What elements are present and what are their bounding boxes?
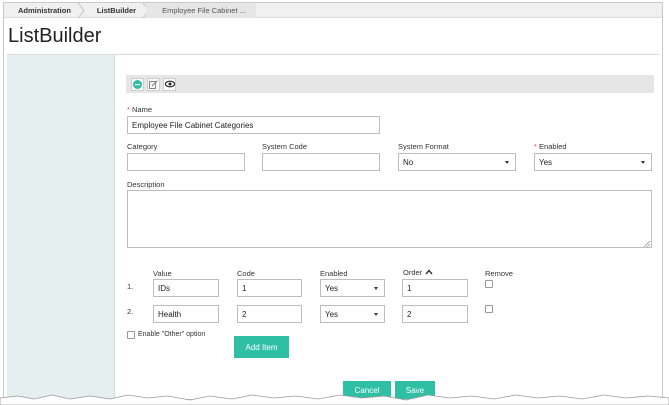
item-enabled-value: Yes <box>325 309 339 319</box>
enabled-value: Yes <box>539 157 553 167</box>
chevron-down-icon <box>374 287 378 290</box>
enable-other-checkbox[interactable] <box>127 331 135 339</box>
required-mark: * <box>127 105 130 114</box>
add-item-button[interactable]: Add Item <box>234 336 289 358</box>
view-icon <box>164 80 175 88</box>
required-mark: * <box>534 142 537 151</box>
row-number: 1. <box>127 282 134 291</box>
category-input[interactable] <box>127 153 245 171</box>
remove-checkbox[interactable] <box>485 280 493 288</box>
page-title: ListBuilder <box>8 25 102 47</box>
toolbar <box>126 75 654 93</box>
system-format-label: System Format <box>398 142 449 151</box>
chevron-down-icon <box>374 313 378 316</box>
back-icon <box>133 79 142 89</box>
torn-edge-decoration <box>0 394 669 405</box>
system-format-value: No <box>403 157 414 167</box>
item-order-input[interactable]: 2 <box>402 305 468 323</box>
item-value-input[interactable]: IDs <box>153 279 219 297</box>
breadcrumb-label: ListBuilder <box>96 5 137 15</box>
system-code-input[interactable] <box>262 153 380 171</box>
item-enabled-value: Yes <box>325 283 339 293</box>
category-label: Category <box>127 142 158 151</box>
view-button[interactable] <box>163 77 176 91</box>
col-header-enabled: Enabled <box>320 269 348 278</box>
item-order-input[interactable]: 1 <box>402 279 468 297</box>
item-enabled-select[interactable]: Yes <box>320 305 385 323</box>
edit-button[interactable] <box>147 77 160 91</box>
name-label-text: Name <box>132 105 153 114</box>
breadcrumb-label: Employee File Cabinet ... <box>162 5 246 15</box>
item-code-input[interactable]: 1 <box>237 279 302 297</box>
app-frame: Administration ListBuilder Employee File… <box>3 2 663 400</box>
system-format-select[interactable]: No <box>398 153 516 171</box>
enable-other-label: Enable "Other" option <box>138 331 206 338</box>
left-sidebar <box>7 55 115 399</box>
row-number: 2. <box>127 307 134 316</box>
col-header-order-text: Order <box>403 268 423 277</box>
col-header-value: Value <box>153 269 172 278</box>
back-button[interactable] <box>131 77 144 91</box>
description-label: Description <box>127 180 165 189</box>
enabled-label: * Enabled <box>534 142 567 151</box>
breadcrumb: Administration ListBuilder Employee File… <box>4 3 662 18</box>
name-input[interactable]: Employee File Cabinet Categories <box>127 116 380 134</box>
remove-checkbox[interactable] <box>485 305 493 313</box>
chevron-down-icon <box>505 161 509 164</box>
col-header-remove: Remove <box>485 269 513 278</box>
item-code-input[interactable]: 2 <box>237 305 302 323</box>
chevron-down-icon <box>641 161 645 164</box>
description-textarea[interactable] <box>127 190 652 248</box>
enabled-select[interactable]: Yes <box>534 153 652 171</box>
edit-icon <box>149 79 158 89</box>
resize-handle-icon[interactable] <box>643 240 651 248</box>
name-label: * Name <box>127 105 152 114</box>
sort-up-icon <box>425 268 433 277</box>
breadcrumb-administration[interactable]: Administration <box>4 3 85 18</box>
breadcrumb-current: Employee File Cabinet ... <box>146 3 256 18</box>
col-header-code: Code <box>237 269 255 278</box>
breadcrumb-listbuilder[interactable]: ListBuilder <box>81 3 150 18</box>
breadcrumb-label: Administration <box>18 5 71 15</box>
main-content: * Name Employee File Cabinet Categories … <box>7 54 659 399</box>
item-value-input[interactable]: Health <box>153 305 219 323</box>
system-code-label: System Code <box>262 142 308 151</box>
enabled-label-text: Enabled <box>539 142 567 151</box>
item-enabled-select[interactable]: Yes <box>320 279 385 297</box>
col-header-order[interactable]: Order <box>403 268 433 277</box>
